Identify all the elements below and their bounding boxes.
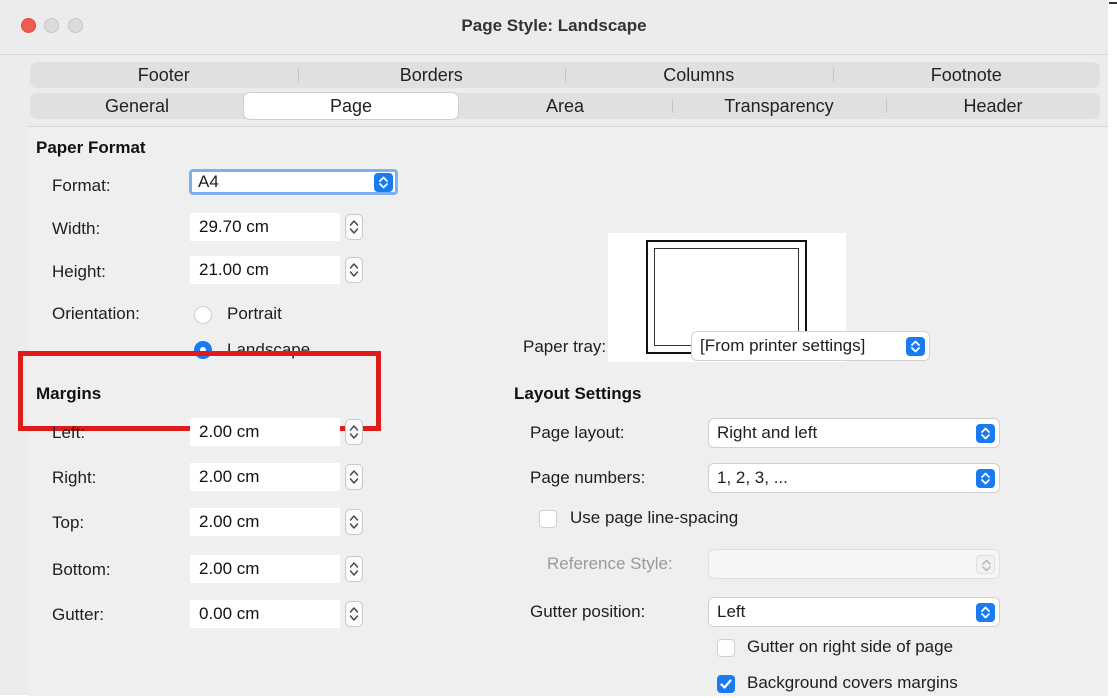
gutter-position-value: Left (717, 602, 746, 621)
margin-top-label: Top: (52, 513, 85, 532)
gutter-right-checkbox[interactable] (717, 639, 735, 657)
tab-row-1: Footer Borders Columns Footnote (30, 62, 1100, 88)
tab-general[interactable]: General (30, 93, 244, 119)
tab-header[interactable]: Header (886, 93, 1100, 119)
tab-area[interactable]: Area (458, 93, 672, 119)
tab-footer[interactable]: Footer (30, 62, 298, 88)
use-line-spacing-checkbox[interactable] (539, 510, 557, 528)
bg-covers-checkbox[interactable] (717, 675, 735, 693)
gutter-label: Gutter: (52, 605, 104, 624)
margin-bottom-field[interactable]: 2.00 cm (190, 555, 340, 583)
title-bar: Page Style: Landscape (0, 0, 1108, 55)
gutter-stepper[interactable] (345, 601, 363, 627)
reference-style-select[interactable] (709, 550, 999, 578)
margins-heading: Margins (36, 384, 102, 403)
chevron-updown-icon[interactable] (976, 603, 995, 622)
gutter-field[interactable]: 0.00 cm (190, 600, 340, 628)
chevron-updown-icon[interactable] (976, 424, 995, 443)
tab-columns[interactable]: Columns (565, 62, 833, 88)
page-numbers-label: Page numbers: (530, 468, 646, 487)
page-layout-value: Right and left (717, 423, 818, 442)
format-label: Format: (52, 176, 111, 195)
orientation-label: Orientation: (52, 304, 140, 323)
margin-bottom-stepper[interactable] (345, 556, 363, 582)
gutter-position-select[interactable]: Left (709, 598, 999, 626)
use-line-spacing-label[interactable]: Use page line-spacing (570, 508, 738, 528)
paper-format-heading: Paper Format (36, 138, 146, 157)
portrait-label[interactable]: Portrait (227, 304, 282, 324)
gutter-position-label: Gutter position: (530, 602, 646, 621)
width-stepper[interactable] (345, 214, 363, 240)
margin-top-stepper[interactable] (345, 509, 363, 535)
checkmark-icon (720, 679, 732, 689)
page-style-dialog: Footer Borders Columns Footnote General … (0, 55, 1108, 696)
bg-covers-label[interactable]: Background covers margins (747, 673, 958, 693)
page-numbers-value: 1, 2, 3, ... (717, 468, 788, 487)
margin-left-label: Left: (52, 423, 86, 442)
paper-tray-label: Paper tray: (523, 337, 607, 356)
chevron-updown-icon[interactable] (374, 173, 393, 192)
portrait-radio[interactable] (194, 306, 212, 324)
margin-left-field[interactable]: 2.00 cm (190, 418, 340, 446)
width-field[interactable]: 29.70 cm (190, 213, 340, 241)
page-layout-select[interactable]: Right and left (709, 419, 999, 447)
margin-bottom-label: Bottom: (52, 560, 111, 579)
margin-right-field[interactable]: 2.00 cm (190, 463, 340, 491)
tab-row-2: General Page Area Transparency Header (30, 93, 1100, 119)
height-stepper[interactable] (345, 257, 363, 283)
format-select[interactable]: A4 (189, 169, 398, 195)
chevron-updown-icon[interactable] (976, 469, 995, 488)
paper-tray-select[interactable]: [From printer settings] (692, 332, 929, 360)
tab-borders[interactable]: Borders (297, 62, 566, 88)
chevron-updown-icon[interactable] (906, 337, 925, 356)
paper-tray-value: [From printer settings] (700, 336, 866, 355)
margin-right-stepper[interactable] (345, 464, 363, 490)
gutter-right-label[interactable]: Gutter on right side of page (747, 637, 953, 657)
page-tab-panel: Paper Format Format: A4 Width: 29.70 cm … (18, 126, 1108, 696)
page-numbers-select[interactable]: 1, 2, 3, ... (709, 464, 999, 492)
page-layout-label: Page layout: (530, 423, 625, 442)
format-value: A4 (198, 172, 219, 191)
height-label: Height: (52, 262, 106, 281)
height-field[interactable]: 21.00 cm (190, 256, 340, 284)
tab-transparency[interactable]: Transparency (672, 93, 886, 119)
margin-right-label: Right: (52, 468, 97, 487)
tab-page[interactable]: Page (244, 93, 458, 119)
margin-top-field[interactable]: 2.00 cm (190, 508, 340, 536)
reference-style-label: Reference Style: (547, 554, 673, 573)
tab-footnote[interactable]: Footnote (832, 62, 1101, 88)
chevron-updown-icon (976, 555, 995, 574)
width-label: Width: (52, 219, 101, 238)
edge-mark (1109, 2, 1117, 4)
margin-left-stepper[interactable] (345, 419, 363, 445)
layout-settings-heading: Layout Settings (514, 384, 642, 403)
window-title: Page Style: Landscape (461, 16, 647, 35)
